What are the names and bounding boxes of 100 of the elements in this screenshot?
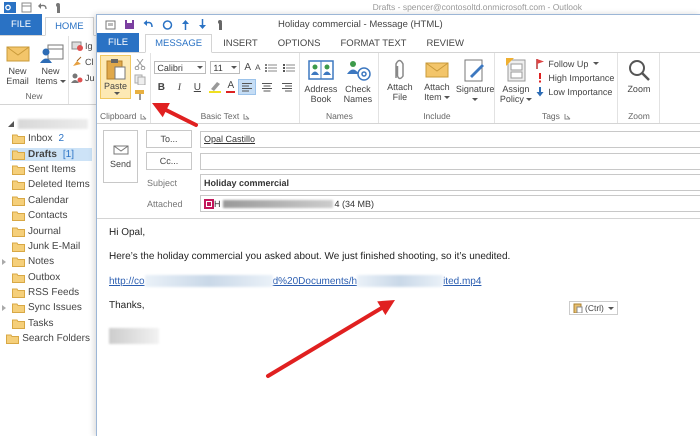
flag-icon [535, 58, 546, 69]
folder-item[interactable]: RSS Feeds [10, 286, 92, 300]
folder-icon [12, 194, 25, 206]
envelope-icon [112, 144, 128, 154]
attached-label: Attached [146, 198, 184, 208]
paste-options-button[interactable]: (Ctrl) [569, 301, 618, 315]
undo-icon[interactable] [143, 19, 154, 30]
group-label: Zoom [628, 111, 650, 121]
ribbon-button[interactable]: Attach Item [419, 55, 454, 111]
folder-icon [12, 256, 25, 268]
ribbon-tab[interactable]: OPTIONS [268, 35, 330, 52]
folder-item[interactable]: Outbox [10, 270, 92, 284]
folder-icon [6, 333, 20, 344]
closing-text: Thanks, [109, 300, 145, 311]
window-title: Holiday commercial - Message (HTML) [278, 19, 443, 30]
caret-icon [608, 306, 614, 310]
ribbon-button[interactable]: Follow Up [535, 58, 614, 69]
paperclip-icon [395, 58, 404, 80]
folder-item[interactable]: Search Folders [4, 332, 92, 346]
ribbon-button[interactable]: Attach File [382, 55, 418, 111]
folder-item[interactable]: Notes [10, 255, 92, 268]
format-button[interactable]: B [154, 82, 168, 92]
font-size-dropdown[interactable]: 11 [210, 61, 240, 74]
folder-item[interactable]: Inbox 2 [10, 132, 92, 146]
folder-item[interactable]: Contacts [10, 209, 92, 222]
ribbon-tab[interactable]: FORMAT TEXT [332, 35, 416, 52]
folder-icon [12, 272, 25, 283]
to-field[interactable]: Opal Castillo [200, 130, 700, 148]
numbering-icon[interactable] [282, 62, 296, 72]
ribbon-tab[interactable]: FILE [97, 33, 140, 52]
send-button[interactable]: Send [103, 130, 138, 183]
ribbon-button[interactable]: Low Importance [535, 86, 614, 97]
folder-item[interactable]: Sent Items [10, 162, 92, 176]
paste-button[interactable]: Paste [100, 55, 132, 99]
folder-item[interactable]: Sync Issues [10, 301, 92, 314]
font-color-button[interactable]: A [226, 81, 236, 93]
ribbon-button[interactable]: New Items [34, 38, 67, 91]
cc-field[interactable] [200, 152, 700, 170]
ribbon-button[interactable]: High Importance [535, 72, 614, 83]
folder-icon [12, 179, 25, 190]
ribbon-button[interactable]: Address Book [303, 55, 338, 111]
ribbon-button[interactable]: Zoom [621, 55, 656, 111]
lines-icon [261, 82, 274, 92]
to-button[interactable]: To... [146, 130, 192, 148]
copy-icon[interactable] [134, 74, 146, 85]
folder-icon [12, 210, 25, 222]
caret-icon [114, 92, 120, 95]
scissors-icon[interactable] [134, 59, 146, 70]
ribbon-tab[interactable]: REVIEW [417, 35, 473, 52]
ribbon-button[interactable]: New Email [1, 38, 34, 91]
cc-button[interactable]: Cc... [146, 152, 192, 170]
ribbon-button[interactable]: Check Names [340, 55, 376, 111]
ribbon-tab[interactable]: MESSAGE [145, 34, 212, 53]
ribbon-button[interactable]: Signature [456, 55, 492, 111]
folder-icon [12, 164, 25, 175]
window-icon[interactable] [21, 2, 32, 12]
ribbon-button[interactable]: Ig [71, 40, 95, 51]
collapse-arrow-icon[interactable] [8, 121, 14, 127]
shrink-font-button[interactable]: A [255, 63, 260, 72]
format-button[interactable]: U [190, 82, 204, 92]
folder-item[interactable]: Tasks [10, 316, 92, 330]
caret-icon [231, 66, 238, 69]
subject-label: Subject [146, 178, 178, 188]
folder-item[interactable]: Drafts [1] [10, 148, 92, 161]
redo-icon[interactable] [162, 19, 173, 30]
folder-item[interactable]: Journal [10, 224, 92, 238]
clipboard-icon [104, 58, 126, 80]
window-title: Drafts - spencer@contosoltd.onmicrosoft.com - Outlook [372, 2, 582, 12]
expand-arrow-icon[interactable] [2, 304, 6, 311]
group-label: Names [326, 111, 353, 121]
dialog-launcher-icon[interactable] [243, 112, 250, 120]
window-icon[interactable] [105, 20, 116, 30]
align-left-button[interactable] [239, 80, 256, 94]
attachment-field[interactable]: H 4 (34 MB) [200, 195, 700, 212]
paintbrush-icon[interactable] [134, 89, 146, 100]
down-arrow-icon[interactable] [198, 19, 207, 30]
ribbon-tab[interactable]: FILE [0, 14, 42, 35]
ribbon-tab[interactable]: HOME [45, 17, 94, 36]
ribbon-button[interactable]: Assign Policy [498, 55, 534, 111]
blurred-text [18, 119, 88, 129]
subject-field[interactable]: Holiday commercial [200, 174, 700, 191]
ribbon-button[interactable]: Cl [71, 56, 95, 67]
up-arrow-icon[interactable] [181, 19, 190, 30]
folder-item[interactable]: Deleted Items [10, 178, 92, 192]
folder-item[interactable]: Calendar [10, 194, 92, 207]
down-arrow-icon [535, 86, 546, 97]
annotation-arrow [152, 103, 198, 127]
dialog-launcher-icon[interactable] [140, 112, 148, 120]
dialog-launcher-icon[interactable] [564, 112, 571, 120]
format-button[interactable]: I [172, 82, 186, 92]
ribbon-button[interactable]: Ju [71, 72, 95, 83]
grow-font-button[interactable]: A [244, 62, 252, 73]
highlighter-icon[interactable] [208, 81, 222, 93]
expand-arrow-icon[interactable] [2, 258, 6, 265]
save-icon[interactable] [124, 19, 135, 30]
font-name-dropdown[interactable]: Calibri [154, 61, 206, 74]
bullets-icon[interactable] [264, 62, 278, 72]
video-link[interactable]: http://co d%20Documents/h ited.mp4 [109, 275, 482, 287]
folder-item[interactable]: Junk E-Mail [10, 240, 92, 253]
ribbon-tab[interactable]: INSERT [214, 35, 267, 52]
